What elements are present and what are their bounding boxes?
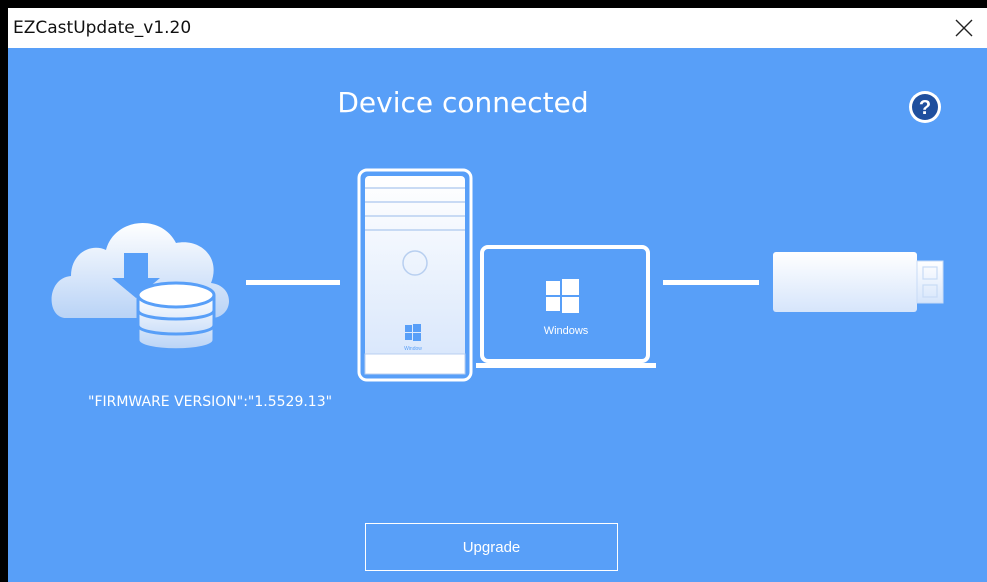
- status-heading: Device connected: [337, 86, 589, 119]
- window-title: EZCastUpdate_v1.20: [13, 18, 192, 38]
- tower-os-label: Window: [404, 346, 422, 352]
- help-icon[interactable]: ?: [908, 90, 942, 124]
- main-panel: Device connected ? Window Windows "FIRMW…: [8, 48, 987, 582]
- laptop-os-label: Windows: [544, 325, 589, 337]
- close-button[interactable]: [941, 8, 987, 48]
- close-icon: [955, 19, 973, 37]
- usb-dongle-icon: [773, 252, 944, 312]
- connector-laptop-dongle: [663, 280, 759, 285]
- firmware-version-text: "FIRMWARE VERSION":"1.5529.13": [88, 394, 333, 410]
- desktop-tower-icon: Window: [357, 168, 473, 382]
- connector-cloud-pc: [246, 280, 340, 285]
- cloud-database-icon: [51, 223, 230, 352]
- app-window: EZCastUpdate_v1.20 Device connected ? Wi…: [8, 8, 987, 582]
- laptop-icon: Windows: [476, 245, 656, 368]
- svg-text:?: ?: [919, 97, 931, 119]
- upgrade-button[interactable]: Upgrade: [365, 523, 618, 571]
- title-bar: EZCastUpdate_v1.20: [8, 8, 987, 48]
